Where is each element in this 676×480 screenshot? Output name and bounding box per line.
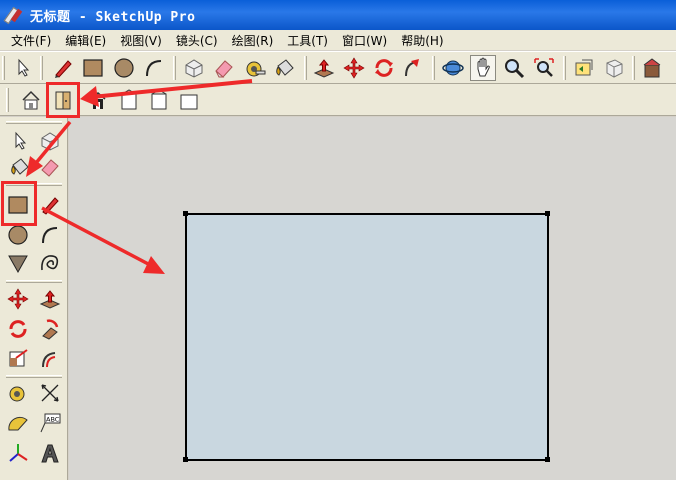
freehand-icon[interactable] xyxy=(36,249,64,277)
menu-view[interactable]: 视图(V) xyxy=(113,32,169,49)
rotate-icon[interactable] xyxy=(371,55,397,81)
offset-icon[interactable] xyxy=(36,344,64,372)
toolbar-grip[interactable] xyxy=(2,56,5,80)
move-icon[interactable] xyxy=(4,285,32,313)
main-toolbar xyxy=(0,51,676,84)
toolbar-grip[interactable] xyxy=(6,121,62,124)
polygon-icon[interactable] xyxy=(4,249,32,277)
left-toolbar: ABC xyxy=(0,117,68,480)
rotate-icon[interactable] xyxy=(4,315,32,343)
previous-view-icon[interactable] xyxy=(571,55,597,81)
orbit-icon[interactable] xyxy=(440,55,466,81)
arc-icon[interactable] xyxy=(141,55,167,81)
push-pull-icon[interactable] xyxy=(311,55,337,81)
menu-window[interactable]: 窗口(W) xyxy=(335,32,394,49)
scale-icon[interactable] xyxy=(4,344,32,372)
toolbar-grip[interactable] xyxy=(6,375,62,378)
zoom-icon[interactable] xyxy=(501,55,527,81)
pencil-line-icon[interactable] xyxy=(50,55,76,81)
axes-icon[interactable] xyxy=(4,439,32,467)
sketchup-app-icon xyxy=(6,7,22,23)
tape-measure-icon[interactable] xyxy=(242,55,268,81)
menu-edit[interactable]: 编辑(E) xyxy=(58,32,113,49)
corner-handle[interactable] xyxy=(183,457,188,462)
3d-text-icon[interactable] xyxy=(36,439,64,467)
follow-me-icon[interactable] xyxy=(400,55,426,81)
title-bar: 无标题 - SketchUp Pro xyxy=(0,0,676,30)
drawing-canvas[interactable] xyxy=(69,117,676,480)
push-pull-icon[interactable] xyxy=(36,285,64,313)
rectangle-icon[interactable] xyxy=(80,55,106,81)
circle-icon[interactable] xyxy=(111,55,137,81)
toolbar-grip[interactable] xyxy=(432,56,435,80)
left-view-icon[interactable] xyxy=(176,87,202,113)
follow-me-icon[interactable] xyxy=(36,315,64,343)
toolbar-grip[interactable] xyxy=(6,280,62,283)
front-view-icon[interactable] xyxy=(86,87,112,113)
toolbar-grip[interactable] xyxy=(304,56,307,80)
house-icon[interactable] xyxy=(18,87,44,113)
tape-measure-icon[interactable] xyxy=(4,379,32,407)
menu-draw[interactable]: 绘图(R) xyxy=(225,32,281,49)
side-view-icon[interactable] xyxy=(116,87,142,113)
text-label-icon[interactable]: ABC xyxy=(36,409,64,437)
eraser-icon[interactable] xyxy=(211,55,237,81)
pencil-line-icon[interactable] xyxy=(36,191,64,219)
text-label-abc: ABC xyxy=(46,416,60,424)
back-view-icon[interactable] xyxy=(146,87,172,113)
dimension-icon[interactable] xyxy=(36,379,64,407)
next-view-icon[interactable] xyxy=(601,55,627,81)
corner-handle[interactable] xyxy=(183,211,188,216)
corner-handle[interactable] xyxy=(545,457,550,462)
toolbar-grip[interactable] xyxy=(40,56,43,80)
eraser-icon[interactable] xyxy=(36,153,64,181)
protractor-icon[interactable] xyxy=(4,409,32,437)
window-title: 无标题 - SketchUp Pro xyxy=(30,9,196,25)
paint-bucket-icon[interactable] xyxy=(272,55,298,81)
menu-tools[interactable]: 工具(T) xyxy=(280,32,335,49)
toolbar-grip[interactable] xyxy=(173,56,176,80)
warehouse-icon[interactable] xyxy=(639,55,665,81)
toolbar-grip[interactable] xyxy=(632,56,635,80)
highlight-door-tool xyxy=(46,82,80,118)
toolbar-grip[interactable] xyxy=(6,88,9,112)
menu-help[interactable]: 帮助(H) xyxy=(394,32,450,49)
select-arrow-icon[interactable] xyxy=(6,127,34,155)
views-toolbar xyxy=(0,84,676,116)
corner-handle[interactable] xyxy=(545,211,550,216)
arc-icon[interactable] xyxy=(36,221,64,249)
menu-camera[interactable]: 镜头(C) xyxy=(169,32,225,49)
highlight-rectangle-tool xyxy=(1,181,37,226)
zoom-extents-icon[interactable] xyxy=(531,55,557,81)
rectangle-face[interactable] xyxy=(185,213,549,461)
component-icon[interactable] xyxy=(181,55,207,81)
pan-hand-icon[interactable] xyxy=(470,55,496,81)
menu-file[interactable]: 文件(F) xyxy=(4,32,58,49)
toolbar-grip[interactable] xyxy=(563,56,566,80)
paint-bucket-icon[interactable] xyxy=(6,153,34,181)
menu-bar: 文件(F) 编辑(E) 视图(V) 镜头(C) 绘图(R) 工具(T) 窗口(W… xyxy=(0,30,676,50)
select-arrow-icon[interactable] xyxy=(10,55,36,81)
component-icon[interactable] xyxy=(36,127,64,155)
move-icon[interactable] xyxy=(341,55,367,81)
